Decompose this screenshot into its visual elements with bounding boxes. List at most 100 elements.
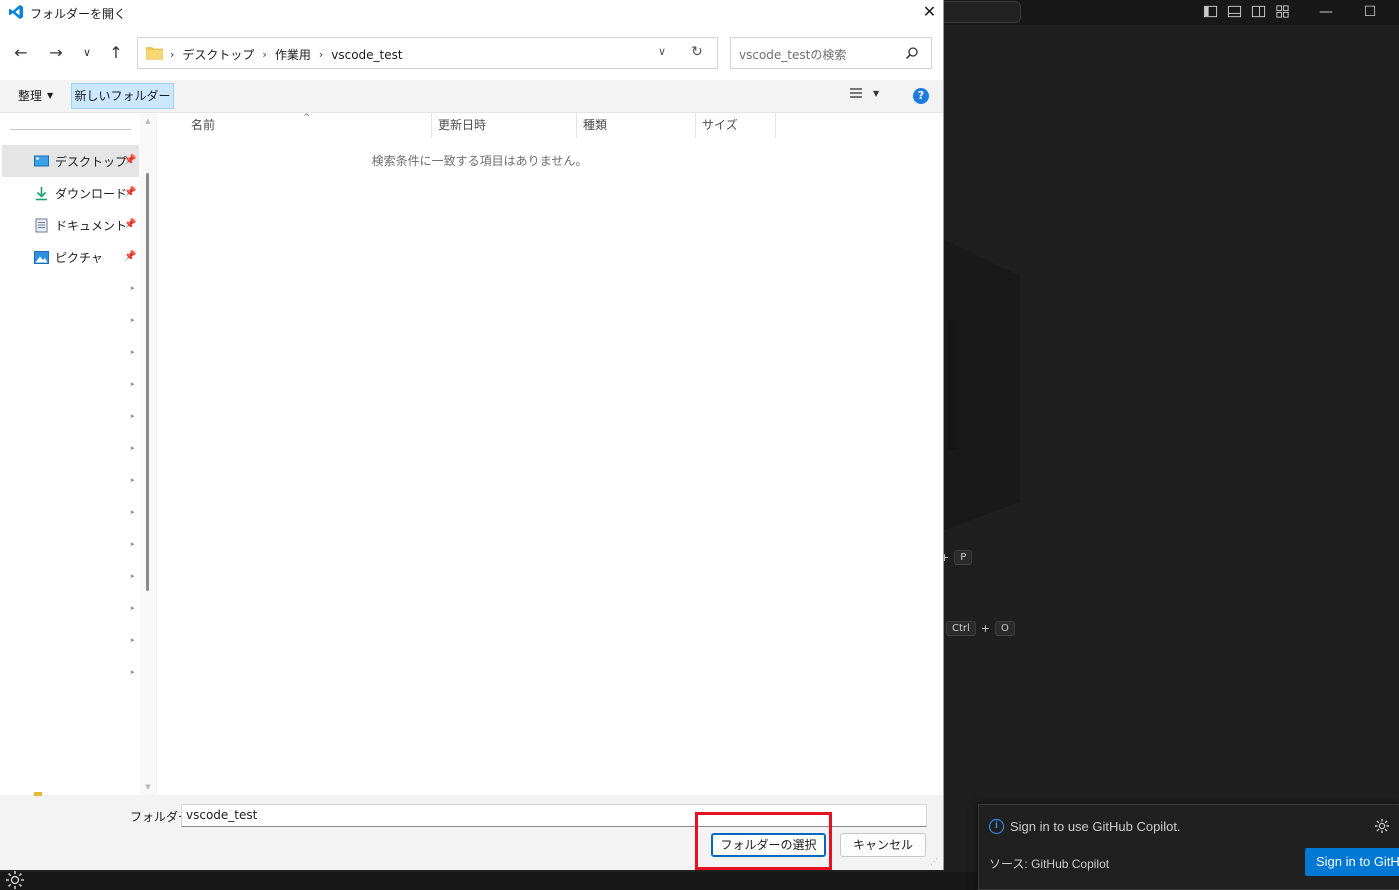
up-arrow-icon[interactable]: ↑ [106, 43, 126, 63]
shortcut-plus: + [980, 622, 991, 635]
shortcut-show-all-commands: + P [940, 550, 973, 565]
address-bar[interactable]: › デスクトップ › 作業用 › vscode_test ∨ ↻ [137, 37, 718, 69]
details-view-icon [850, 88, 862, 98]
expand-chevron-icon[interactable]: ▸ [131, 412, 137, 420]
breadcrumb-work[interactable]: 作業用 [275, 46, 311, 63]
breadcrumb-desktop[interactable]: デスクトップ [182, 46, 254, 63]
cancel-button[interactable]: キャンセル [840, 833, 926, 857]
back-arrow-icon[interactable]: ← [11, 43, 31, 63]
notification-message: Sign in to use GitHub Copilot. [1010, 819, 1181, 834]
expand-chevron-icon[interactable]: ▸ [131, 380, 137, 388]
vscode-logo-icon [9, 5, 23, 19]
toggle-primary-sidebar-icon[interactable] [1203, 4, 1218, 19]
folder-icon [34, 792, 42, 796]
shortcut-key-p: P [954, 550, 973, 565]
sign-in-github-button[interactable]: Sign in to GitHub [1305, 848, 1399, 876]
annotation-highlight-box [695, 812, 832, 870]
forward-arrow-icon[interactable]: → [46, 43, 66, 63]
nav-item-label: デスクトップ [55, 154, 128, 169]
pin-icon: 📌 [124, 155, 137, 166]
address-dropdown-chevron-icon[interactable]: ∨ [655, 45, 669, 59]
dialog-titlebar: フォルダーを開く ✕ [0, 0, 943, 25]
resize-grip-icon[interactable]: ⋰ [930, 857, 940, 867]
breadcrumb: › デスクトップ › 作業用 › vscode_test [170, 46, 403, 63]
empty-folder-message: 検索条件に一致する項目はありません。 [371, 154, 588, 168]
navpane-scrollbar[interactable]: ▲ ▼ [140, 113, 156, 796]
expand-chevron-icon[interactable]: ▸ [131, 636, 137, 644]
dialog-close-button[interactable]: ✕ [916, 0, 943, 25]
manage-gear-icon[interactable] [4, 869, 26, 890]
vscode-layout-controls [1203, 4, 1290, 19]
vscode-minimize-button[interactable]: — [1316, 3, 1336, 21]
dialog-title: フォルダーを開く [30, 7, 127, 21]
expand-chevron-icon[interactable]: ▸ [131, 540, 137, 548]
expand-chevron-icon[interactable]: ▸ [131, 508, 137, 516]
search-box[interactable]: vscode_testの検索 [730, 37, 932, 69]
help-icon[interactable]: ? [913, 88, 929, 104]
notification-settings-gear-icon[interactable] [1374, 818, 1390, 834]
expand-chevron-icon[interactable]: ▸ [131, 348, 137, 356]
new-folder-button[interactable]: 新しいフォルダー [71, 83, 174, 109]
vscode-watermark-logo-icon [944, 240, 1020, 530]
folder-icon [146, 47, 163, 60]
download-icon [36, 186, 47, 200]
search-placeholder: vscode_testの検索 [739, 48, 847, 62]
expand-chevron-icon[interactable]: ▸ [131, 316, 137, 324]
pin-icon: 📌 [124, 219, 137, 230]
organize-label: 整理 [18, 89, 43, 103]
dialog-bottom-area: フォルダー: vscode_test フォルダーの選択 キャンセル ⋰ [0, 792, 943, 870]
open-folder-dialog: フォルダーを開く ✕ ← → ∨ ↑ › デスクトップ › 作業用 › vsco… [0, 0, 944, 870]
organize-dropdown-icon: ▼ [47, 91, 54, 100]
shortcut-key-ctrl: Ctrl [946, 621, 976, 636]
file-list: 名前 ^ 更新日時 種類 サイズ 検索条件に一致する項目はありません。 [157, 112, 943, 795]
column-header-size[interactable]: サイズ [696, 113, 776, 138]
search-icon[interactable] [905, 46, 919, 60]
dialog-navigation-bar: ← → ∨ ↑ › デスクトップ › 作業用 › vscode_test ∨ ↻… [0, 25, 943, 80]
nav-item-documents[interactable]: ドキュメント 📌 [2, 209, 139, 241]
expand-chevron-icon[interactable]: ▸ [131, 476, 137, 484]
pin-icon: 📌 [124, 187, 137, 198]
expand-chevron-icon[interactable]: ▸ [131, 604, 137, 612]
documents-icon [35, 218, 48, 232]
expand-chevron-icon[interactable]: ▸ [131, 284, 137, 292]
nav-item-downloads[interactable]: ダウンロード 📌 [2, 177, 139, 209]
navpane-scrollbar-thumb[interactable] [146, 173, 149, 591]
view-dropdown-icon: ▼ [873, 88, 880, 98]
expand-chevron-icon[interactable]: ▸ [131, 668, 137, 676]
pictures-icon [34, 250, 49, 264]
shortcut-open-file: Ctrl + O [946, 621, 1015, 636]
column-separator[interactable] [775, 113, 776, 138]
breadcrumb-separator-icon[interactable]: › [170, 48, 174, 61]
column-header-type[interactable]: 種類 [577, 113, 695, 138]
nav-item-desktop[interactable]: デスクトップ 📌 [2, 145, 139, 177]
navpane-divider [10, 129, 131, 130]
column-header-modified[interactable]: 更新日時 [432, 113, 576, 138]
nav-item-label: ドキュメント [55, 218, 128, 233]
refresh-icon[interactable]: ↻ [689, 44, 705, 60]
sort-ascending-icon: ^ [303, 113, 311, 123]
dialog-toolbar: 整理 ▼ 新しいフォルダー ▼ ? [0, 80, 943, 112]
vscode-command-center[interactable] [944, 1, 1021, 23]
notification-message-row: i Sign in to use GitHub Copilot. [989, 819, 1181, 834]
scroll-up-arrow-icon[interactable]: ▲ [144, 117, 152, 125]
notification-source: ソース: GitHub Copilot [989, 857, 1110, 871]
breadcrumb-separator-icon[interactable]: › [319, 48, 323, 61]
desktop-icon [34, 155, 49, 166]
view-options-button[interactable]: ▼ [849, 87, 879, 99]
copilot-notification: i Sign in to use GitHub Copilot. ソース: Gi… [978, 804, 1399, 890]
recent-locations-chevron-icon[interactable]: ∨ [77, 43, 97, 63]
breadcrumb-separator-icon[interactable]: › [262, 48, 266, 61]
customize-layout-icon[interactable] [1275, 4, 1290, 19]
toggle-panel-icon[interactable] [1227, 4, 1242, 19]
nav-item-label: ピクチャ [55, 250, 103, 265]
expand-chevron-icon[interactable]: ▸ [131, 572, 137, 580]
breadcrumb-vscode-test[interactable]: vscode_test [331, 48, 402, 62]
organize-button[interactable]: 整理 ▼ [10, 85, 61, 107]
nav-item-pictures[interactable]: ピクチャ 📌 [2, 241, 139, 273]
vscode-maximize-button[interactable]: ☐ [1360, 3, 1380, 21]
navigation-pane: デスクトップ 📌 ダウンロード 📌 ドキュメント 📌 ピクチャ 📌 ▸ ▸ ▸ … [0, 112, 156, 796]
scroll-down-arrow-icon[interactable]: ▼ [144, 783, 152, 791]
expand-chevron-icon[interactable]: ▸ [131, 444, 137, 452]
toggle-secondary-sidebar-icon[interactable] [1251, 4, 1266, 19]
shortcut-key-o: O [995, 621, 1015, 636]
